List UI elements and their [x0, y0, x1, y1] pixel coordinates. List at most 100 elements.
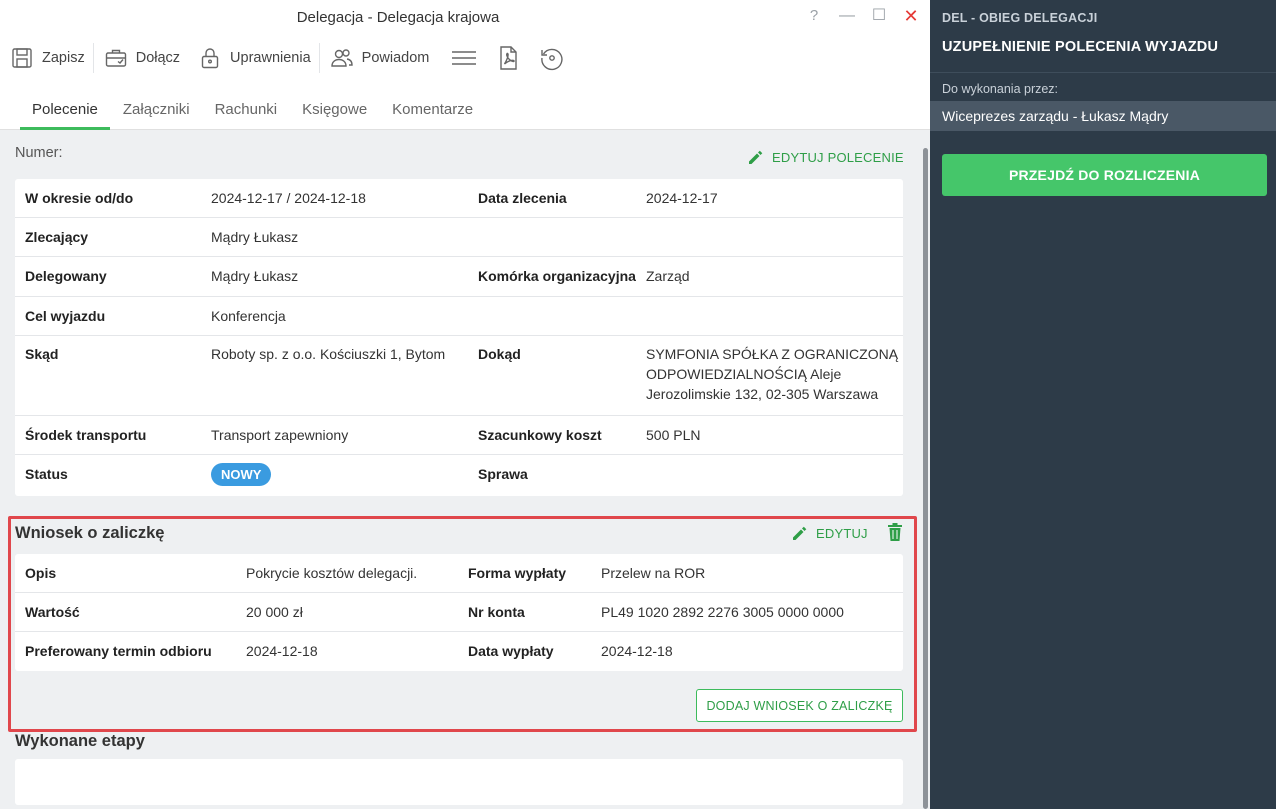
table-row: Zlecający Mądry Łukasz: [15, 218, 903, 257]
edit-advance-button[interactable]: EDYTUJ: [791, 524, 868, 542]
tab-ksiegowe[interactable]: Księgowe: [290, 92, 379, 130]
briefcase-icon: [105, 49, 126, 67]
lock-icon: [201, 48, 219, 69]
desc-label: Opis: [25, 565, 57, 581]
stages-card: [15, 759, 903, 805]
table-row: Wartość 20 000 zł Nr konta PL49 1020 289…: [15, 593, 903, 632]
tab-bar: Polecenie Załączniki Rachunki Księgowe K…: [0, 92, 930, 130]
order-date-value: 2024-12-17: [646, 190, 718, 206]
main-content: Numer: EDYTUJ POLECENIE W okresie od/do …: [0, 130, 920, 809]
go-to-settlement-button[interactable]: PRZEJDŹ DO ROZLICZENIA: [942, 154, 1267, 196]
account-label: Nr konta: [468, 604, 525, 620]
table-row: Opis Pokrycie kosztów delegacji. Forma w…: [15, 554, 903, 593]
period-value: 2024-12-17 / 2024-12-18: [211, 190, 366, 206]
orderer-label: Zlecający: [25, 229, 89, 245]
assigned-label: Do wykonania przez:: [942, 82, 1059, 96]
save-button[interactable]: Zapisz: [0, 40, 93, 76]
assignee: Wiceprezes zarządu - Łukasz Mądry: [930, 101, 1276, 131]
workflow-name: DEL - OBIEG DELEGACJI: [942, 11, 1098, 25]
stages-section-title: Wykonane etapy: [15, 732, 145, 750]
order-date-label: Data zlecenia: [478, 190, 567, 206]
edit-advance-label: EDYTUJ: [816, 525, 868, 541]
trash-icon[interactable]: [887, 523, 903, 541]
to-value-line: SYMFONIA SPÓŁKA Z OGRANICZONĄ: [646, 346, 899, 362]
purpose-label: Cel wyjazdu: [25, 308, 106, 324]
pencil-icon: [749, 150, 763, 164]
advance-section-title: Wniosek o zaliczkę: [15, 524, 165, 542]
unit-label: Komórka organizacyjna: [478, 268, 636, 284]
from-label: Skąd: [25, 346, 59, 362]
permissions-button[interactable]: Uprawnienia: [188, 40, 319, 76]
payout-date-value: 2024-12-18: [601, 643, 673, 659]
purpose-value: Konferencja: [211, 308, 286, 324]
tab-zalaczniki[interactable]: Załączniki: [111, 92, 202, 130]
advance-details-card: Opis Pokrycie kosztów delegacji. Forma w…: [15, 554, 903, 671]
toolbar: Zapisz Dołącz Uprawnienia Powiadom: [0, 38, 930, 78]
window-title: Delegacja - Delegacja krajowa: [296, 9, 500, 26]
workflow-step-title: UZUPEŁNIENIE POLECENIA WYJAZDU: [942, 39, 1219, 55]
minimize-icon[interactable]: —: [836, 6, 858, 28]
delegate-label: Delegowany: [25, 268, 107, 284]
tab-rachunki[interactable]: Rachunki: [203, 92, 290, 130]
help-icon[interactable]: ?: [803, 6, 825, 28]
attach-label: Dołącz: [135, 50, 181, 66]
users-icon: [330, 49, 353, 67]
case-label: Sprawa: [478, 466, 528, 482]
menu-icon[interactable]: [449, 40, 479, 76]
workflow-panel: DEL - OBIEG DELEGACJI UZUPEŁNIENIE POLEC…: [930, 0, 1276, 809]
account-value: PL49 1020 2892 2276 3005 0000 0000: [601, 604, 844, 620]
table-row: Cel wyjazdu Konferencja: [15, 297, 903, 336]
period-label: W okresie od/do: [25, 190, 134, 206]
table-row: Preferowany termin odbioru 2024-12-18 Da…: [15, 632, 903, 671]
amount-value: 20 000 zł: [246, 604, 303, 620]
order-details-card: W okresie od/do 2024-12-17 / 2024-12-18 …: [15, 179, 903, 496]
divider: [930, 72, 1276, 73]
unit-value: Zarząd: [646, 268, 690, 284]
delegate-value: Mądry Łukasz: [211, 268, 299, 284]
preferred-date-label: Preferowany termin odbioru: [25, 643, 212, 659]
transport-value: Transport zapewniony: [211, 427, 349, 443]
payout-date-label: Data wypłaty: [468, 643, 554, 659]
save-label: Zapisz: [42, 50, 85, 66]
save-icon: [12, 48, 32, 68]
status-label: Status: [25, 466, 68, 482]
edit-order-label: EDYTUJ POLECENIE: [772, 149, 904, 165]
status-badge: NOWY: [211, 463, 272, 486]
to-label: Dokąd: [478, 346, 521, 362]
order-number-label: Numer:: [15, 145, 63, 161]
table-row: Delegowany Mądry Łukasz Komórka organiza…: [15, 257, 903, 297]
pdf-icon[interactable]: [493, 40, 523, 76]
table-row: Skąd Roboty sp. z o.o. Kościuszki 1, Byt…: [15, 336, 903, 416]
scrollbar-thumb[interactable]: [923, 148, 928, 809]
close-icon[interactable]: ✕: [900, 6, 922, 28]
permissions-label: Uprawnienia: [230, 50, 311, 66]
transport-label: Środek transportu: [25, 427, 147, 443]
title-bar: Delegacja - Delegacja krajowa ? — ☐ ✕: [0, 0, 930, 36]
pencil-icon: [793, 526, 807, 540]
edit-order-button[interactable]: EDYTUJ POLECENIE: [747, 148, 904, 166]
history-icon[interactable]: [537, 40, 567, 76]
add-advance-request-button[interactable]: DODAJ WNIOSEK O ZALICZKĘ: [696, 689, 903, 722]
tab-komentarze[interactable]: Komentarze: [380, 92, 485, 130]
payment-form-label: Forma wypłaty: [468, 565, 567, 581]
to-value: SYMFONIA SPÓŁKA Z OGRANICZONĄ ODPOWIEDZI…: [646, 344, 901, 404]
preferred-date-value: 2024-12-18: [246, 643, 318, 659]
tab-polecenie[interactable]: Polecenie: [20, 92, 110, 130]
status-cell: NOWY: [211, 463, 272, 486]
desc-value: Pokrycie kosztów delegacji.: [246, 565, 418, 581]
to-value-line: ODPOWIEDZIALNOŚCIĄ Aleje: [646, 366, 842, 382]
notify-label: Powiadom: [361, 50, 430, 66]
orderer-value: Mądry Łukasz: [211, 229, 299, 245]
amount-label: Wartość: [25, 604, 80, 620]
table-row: Środek transportu Transport zapewniony S…: [15, 416, 903, 455]
maximize-icon[interactable]: ☐: [868, 6, 890, 28]
cost-value: 500 PLN: [646, 427, 701, 443]
table-row: W okresie od/do 2024-12-17 / 2024-12-18 …: [15, 179, 903, 218]
notify-button[interactable]: Powiadom: [320, 40, 438, 76]
payment-form-value: Przelew na ROR: [601, 565, 706, 581]
attach-button[interactable]: Dołącz: [94, 40, 188, 76]
to-value-line: Jerozolimskie 132, 02-305 Warszawa: [646, 386, 879, 402]
table-row: Status NOWY Sprawa: [15, 455, 903, 496]
cost-label: Szacunkowy koszt: [478, 427, 602, 443]
from-value: Roboty sp. z o.o. Kościuszki 1, Bytom: [211, 346, 446, 362]
